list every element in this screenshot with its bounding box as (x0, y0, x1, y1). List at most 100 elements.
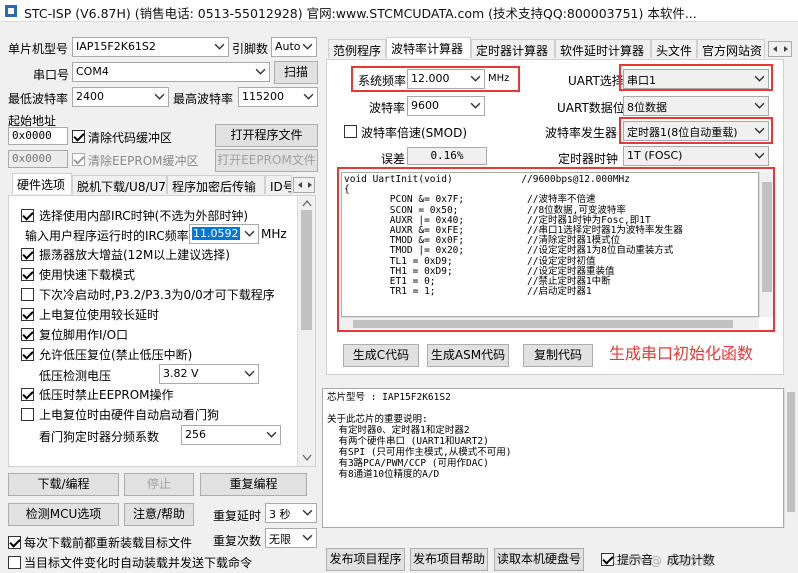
stop-button[interactable]: 停止 (124, 473, 194, 496)
tab-offline-download[interactable]: 脱机下载/U8/U7 (72, 175, 167, 194)
publish-program-button[interactable]: 发布项目程序 (326, 548, 405, 571)
download-button[interactable]: 下载/编程 (8, 473, 119, 496)
baud-calculator-panel: 系统频率 12.000 MHz UART选择 串口1 波特率 9600 UART… (326, 59, 784, 375)
tab-timer-calculator[interactable]: 定时器计算器 (471, 39, 555, 58)
auto-send-checkbox[interactable] (8, 556, 21, 569)
clear-eeprom-buffer-checkbox[interactable] (72, 153, 85, 166)
uart-select[interactable]: 串口1 (623, 69, 769, 89)
tab-header-files[interactable]: 头文件 (651, 39, 697, 58)
max-baud-select[interactable]: 115200 (238, 87, 318, 107)
retry-delay-value: 3 秒 (269, 508, 291, 521)
min-baud-select[interactable]: 2400 (72, 87, 169, 107)
chevron-down-icon (302, 534, 313, 541)
option-checkbox[interactable] (21, 248, 34, 261)
max-baud-label: 最高波特率 (173, 92, 234, 106)
tab-encrypted-transfer[interactable]: 程序加密后传输 (167, 175, 265, 194)
retry-delay-select[interactable]: 3 秒 (265, 503, 317, 523)
option-label: 允许低压复位(禁止低压中断) (39, 348, 193, 362)
hardware-options-panel: 选择使用内部IRC时钟(不选为外部时钟) 输入用户程序运行时的IRC频率 11.… (8, 195, 316, 467)
left-tab-strip: 硬件选项 脱机下载/U8/U7 程序加密后传输 ID号 (8, 173, 316, 196)
tab-sample-programs[interactable]: 范例程序 (328, 39, 386, 58)
read-disk-id-button[interactable]: 读取本机硬盘号 (494, 548, 584, 571)
data-bits-select[interactable]: 8位数据 (623, 96, 769, 116)
eeprom-address-input[interactable]: 0x0000 (8, 150, 68, 168)
code-hscroll[interactable] (341, 317, 759, 329)
scroll-down-icon (302, 454, 312, 462)
irc-freq-value: 11.0592 (192, 227, 240, 240)
help-button[interactable]: 注意/帮助 (124, 503, 194, 526)
baud-gen-label: 波特率发生器 (545, 126, 618, 140)
start-address-input[interactable]: 0x0000 (8, 127, 68, 145)
chevron-down-icon (244, 230, 255, 237)
option-checkbox[interactable] (21, 209, 34, 222)
baud-gen-select[interactable]: 定时器1(8位自动重载) (623, 121, 769, 141)
chevron-down-icon (754, 75, 765, 82)
option-label: 复位脚用作I/O口 (39, 328, 129, 342)
tab-id[interactable]: ID号 (265, 175, 292, 194)
timer-clock-select[interactable]: 1T (FOSC) (623, 146, 769, 166)
scan-button[interactable]: 扫描 (274, 61, 318, 84)
chevron-down-icon (302, 43, 313, 50)
scrollbar-thumb[interactable] (787, 392, 795, 512)
tab-delay-calculator[interactable]: 软件延时计算器 (555, 39, 651, 58)
options-scrollbar[interactable] (297, 196, 315, 466)
option-label: 下次冷启动时,P3.2/P3.3为0/0才可下载程序 (39, 288, 275, 302)
reprogram-button[interactable]: 重复编程 (200, 473, 307, 496)
sys-freq-select[interactable]: 12.000 (407, 69, 485, 89)
baud-select[interactable]: 9600 (407, 96, 485, 116)
irc-freq-select[interactable]: 11.0592 (189, 224, 259, 244)
option-checkbox[interactable] (21, 328, 34, 341)
chevron-down-icon (754, 127, 765, 134)
option-checkbox[interactable] (21, 268, 34, 281)
option-checkbox[interactable] (21, 308, 34, 321)
chevron-down-icon (266, 431, 277, 438)
scrollbar-thumb[interactable] (353, 320, 733, 328)
generated-code[interactable]: void UartInit(void) //9600bps@12.000MHz … (341, 172, 759, 317)
tab-scroll-arrows[interactable] (293, 177, 315, 193)
option-checkbox[interactable] (21, 288, 34, 301)
publish-help-button[interactable]: 发布项目帮助 (410, 548, 488, 571)
clear-eeprom-buffer-label: 清除EEPROM缓冲区 (88, 154, 199, 168)
sys-freq-unit: MHz (488, 73, 510, 84)
tab-official-site[interactable]: 官方网站资 (697, 39, 765, 58)
option-checkbox[interactable] (21, 408, 34, 421)
max-baud-value: 115200 (242, 90, 284, 103)
sys-freq-label: 系统频率 (358, 74, 407, 88)
option-label: 使用快速下载模式 (39, 268, 136, 282)
wdt-value: 256 (185, 428, 206, 441)
code-vscroll[interactable] (759, 172, 773, 317)
open-program-file-button[interactable]: 打开程序文件 (215, 124, 318, 147)
check-mcu-button[interactable]: 检测MCU选项 (8, 503, 119, 526)
error-value: 0.16% (407, 147, 487, 165)
mcu-select[interactable]: IAP15F2K61S2 (72, 37, 229, 57)
retry-count-select[interactable]: 无限 (265, 528, 317, 548)
gen-asm-code-button[interactable]: 生成ASM代码 (427, 344, 509, 367)
tab-scroll-arrows[interactable] (768, 41, 792, 57)
lvd-select[interactable]: 3.82 V (159, 364, 259, 384)
pins-select[interactable]: Auto (271, 37, 317, 57)
tab-baud-calculator[interactable]: 波特率计算器 (386, 37, 471, 58)
chevron-down-icon (754, 152, 765, 159)
smod-checkbox[interactable] (344, 125, 357, 138)
option-checkbox[interactable] (21, 348, 34, 361)
uart-label: UART选择 (568, 74, 624, 88)
port-value: COM4 (76, 65, 109, 78)
chevron-down-icon (154, 93, 165, 100)
sys-freq-value: 12.000 (411, 72, 450, 85)
copy-code-button[interactable]: 复制代码 (523, 344, 593, 367)
port-select[interactable]: COM4 (72, 62, 270, 82)
open-eeprom-file-button[interactable]: 打开EEPROM文件 (215, 149, 318, 172)
tab-hardware-options[interactable]: 硬件选项 (12, 173, 72, 194)
chip-info-scrollbar[interactable] (784, 388, 796, 528)
option-checkbox[interactable] (21, 388, 34, 401)
port-label: 串口号 (33, 68, 70, 82)
app-icon (5, 5, 17, 17)
reload-each-checkbox[interactable] (8, 536, 21, 549)
scrollbar-thumb[interactable] (762, 182, 772, 292)
clear-code-buffer-checkbox[interactable] (72, 130, 85, 143)
wdt-select[interactable]: 256 (181, 425, 281, 445)
pins-value: Auto (275, 40, 301, 53)
gen-c-code-button[interactable]: 生成C代码 (343, 344, 419, 367)
arrow-right-icon (784, 46, 788, 52)
scrollbar-thumb[interactable] (301, 210, 312, 330)
